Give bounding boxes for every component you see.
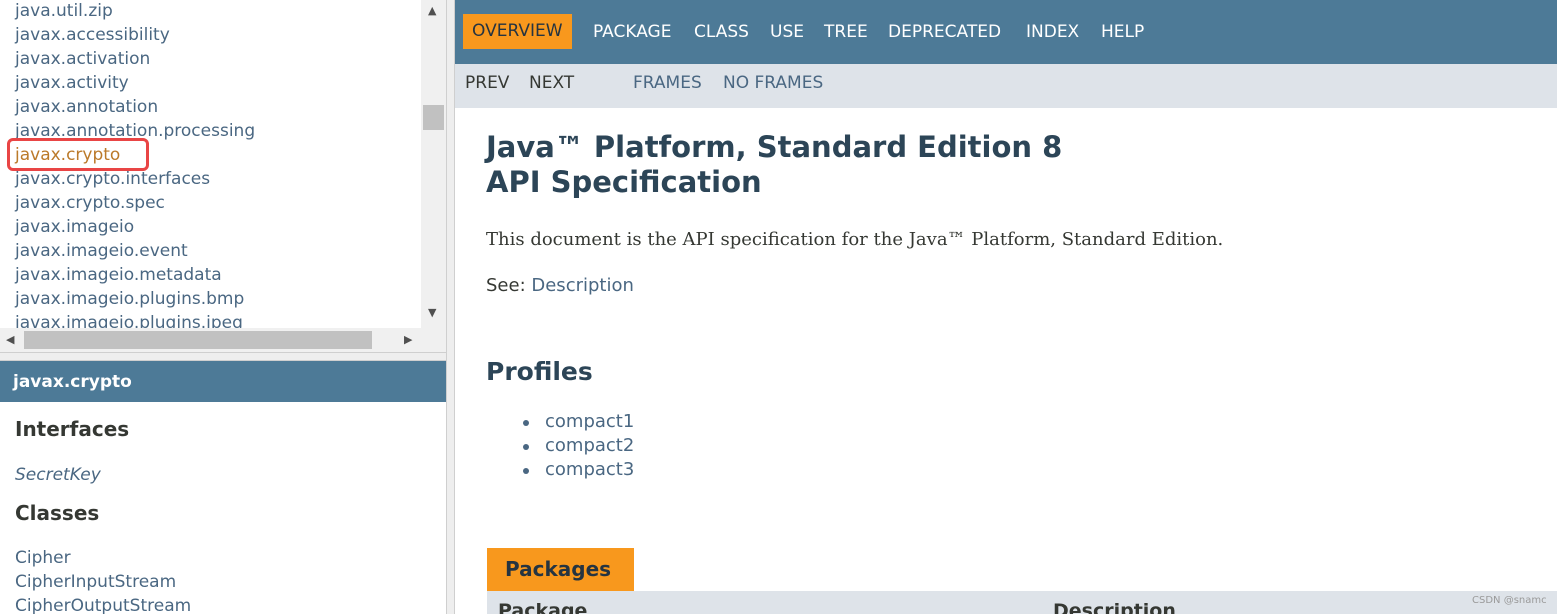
interface-link[interactable]: SecretKey [15,465,101,485]
package-link[interactable]: javax.imageio.metadata [15,263,415,287]
class-link[interactable]: CipherOutputStream [15,596,191,614]
horizontal-scrollbar[interactable]: ◀ ▶ [0,328,421,352]
class-link[interactable]: CipherInputStream [15,572,176,592]
main-content-frame: OVERVIEW PACKAGE CLASS USE TREE DEPRECAT… [455,0,1557,614]
packages-table-header: Package Description [487,591,1557,614]
bullet-icon [523,444,529,450]
watermark-text: CSDN @snamc [1472,595,1547,606]
frame-divider-vertical[interactable] [446,0,455,614]
package-link[interactable]: javax.imageio.plugins.bmp [15,287,415,311]
bullet-icon [523,468,529,474]
sub-navbar [455,64,1557,108]
package-link[interactable]: javax.crypto.spec [15,191,415,215]
class-list-frame: javax.crypto Interfaces SecretKey Classe… [0,361,446,614]
list-item: compact2 [523,434,634,458]
package-link[interactable]: java.util.zip [15,0,415,23]
class-link[interactable]: Cipher [15,548,71,568]
page-title-line1: Java™ Platform, Standard Edition 8 [486,130,1063,164]
profiles-heading: Profiles [486,357,593,386]
class-frame-title[interactable]: javax.crypto [13,372,132,392]
no-frames-link[interactable]: NO FRAMES [723,73,823,93]
packages-table-caption: Packages [487,548,634,591]
scrollbar-corner [421,328,446,352]
profile-link[interactable]: compact3 [545,459,634,480]
package-link[interactable]: javax.imageio.event [15,239,415,263]
horizontal-scroll-thumb[interactable] [24,331,372,349]
triangle-left-icon[interactable]: ◀ [6,333,14,346]
nav-index[interactable]: INDEX [1026,22,1079,42]
see-label: See: [486,275,526,296]
package-link[interactable]: javax.accessibility [15,23,415,47]
description-link[interactable]: Description [531,275,634,296]
bullet-icon [523,420,529,426]
page-title-line2: API Specification [486,165,762,199]
profile-link[interactable]: compact2 [545,435,634,456]
nav-deprecated[interactable]: DEPRECATED [888,22,1001,42]
vertical-scrollbar[interactable]: ▲ ▼ [421,0,446,328]
page-title: Java™ Platform, Standard Edition 8 API S… [486,130,1062,200]
frame-divider-horizontal[interactable] [0,352,446,361]
nav-class[interactable]: CLASS [694,22,749,42]
profiles-list: compact1 compact2 compact3 [523,410,634,482]
interfaces-heading: Interfaces [15,417,130,441]
next-label: NEXT [529,73,575,93]
column-header-description: Description [1053,600,1176,614]
package-link[interactable]: javax.activity [15,71,415,95]
class-frame-title-bar: javax.crypto [0,361,446,402]
intro-text: This document is the API specification f… [486,229,1224,250]
package-link[interactable]: javax.activation [15,47,415,71]
package-list-frame: java.util.zip javax.accessibility javax.… [0,0,446,352]
selection-highlight-box [7,138,149,171]
classes-heading: Classes [15,501,100,525]
package-link[interactable]: javax.imageio [15,215,415,239]
triangle-up-icon[interactable]: ▲ [428,4,436,17]
list-item: compact1 [523,410,634,434]
list-item: compact3 [523,458,634,482]
nav-help[interactable]: HELP [1101,22,1144,42]
frames-link[interactable]: FRAMES [633,73,702,93]
packages-caption-label: Packages [505,557,612,581]
nav-tree[interactable]: TREE [824,22,868,42]
nav-overview[interactable]: OVERVIEW [463,14,572,49]
vertical-scroll-thumb[interactable] [423,105,444,130]
profile-link[interactable]: compact1 [545,411,634,432]
nav-use[interactable]: USE [770,22,804,42]
see-line: See: Description [486,275,634,296]
prev-label: PREV [465,73,510,93]
column-header-package: Package [498,600,588,614]
top-navbar: OVERVIEW PACKAGE CLASS USE TREE DEPRECAT… [455,0,1557,64]
package-link[interactable]: javax.annotation [15,95,415,119]
triangle-right-icon[interactable]: ▶ [404,333,412,346]
nav-package[interactable]: PACKAGE [593,22,671,42]
triangle-down-icon[interactable]: ▼ [428,306,436,319]
